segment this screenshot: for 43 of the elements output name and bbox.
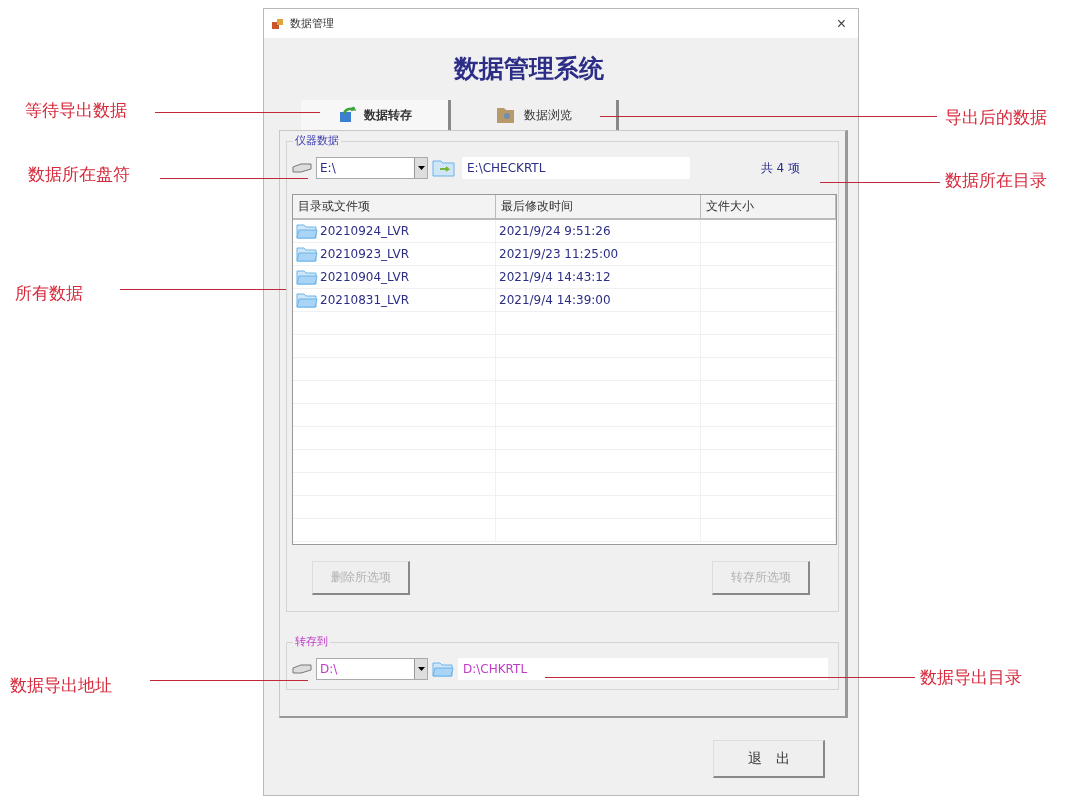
callout-label: 数据所在盘符	[28, 163, 130, 186]
callout-label: 数据导出目录	[920, 666, 1022, 689]
folder-icon	[296, 245, 318, 263]
file-name-cell[interactable]: 20210923_LVR	[293, 243, 496, 265]
drive-dropdown[interactable]: D:\	[316, 658, 428, 680]
export-icon	[337, 106, 356, 124]
column-header[interactable]: 文件大小	[701, 195, 836, 218]
table-cell: 2021/9/4 14:43:12	[496, 266, 701, 288]
callout-label: 数据所在目录	[945, 169, 1047, 192]
item-count: 共 4 项	[760, 159, 800, 177]
app-icon	[272, 17, 284, 30]
window-title: 数据管理	[290, 16, 335, 31]
open-folder-icon[interactable]	[432, 158, 458, 178]
group-legend: 转存到	[293, 634, 330, 649]
column-header[interactable]: 最后修改时间	[496, 195, 701, 218]
drive-icon	[292, 163, 312, 173]
folder-search-icon	[495, 106, 516, 124]
callout-label: 数据导出地址	[10, 674, 112, 697]
table-cell: 2021/9/4 14:39:00	[496, 289, 701, 311]
close-button[interactable]: ×	[832, 14, 850, 33]
callout-label: 所有数据	[15, 282, 83, 305]
exit-button[interactable]: 退 出	[713, 740, 825, 778]
folder-icon	[432, 660, 454, 678]
callout-label: 等待导出数据	[25, 99, 127, 122]
group-legend: 仪器数据	[293, 133, 341, 148]
folder-icon	[296, 268, 318, 286]
tab[interactable]: 数据转存	[301, 100, 451, 130]
drive-dropdown[interactable]: E:\	[316, 157, 428, 179]
caret-icon	[417, 166, 425, 170]
file-name-cell[interactable]: 20210924_LVR	[293, 220, 496, 242]
column-header[interactable]: 目录或文件项	[293, 195, 496, 218]
path-field[interactable]: D:\CHKRTL	[458, 658, 828, 680]
folder-icon	[296, 291, 318, 309]
folder-icon	[296, 222, 318, 240]
heading: 数据管理系统	[454, 54, 604, 83]
path-field[interactable]: E:\CHECKRTL	[462, 157, 690, 179]
drive-icon	[292, 664, 312, 674]
table-cell: 2021/9/23 11:25:00	[496, 243, 701, 265]
table-cell: 2021/9/24 9:51:26	[496, 220, 701, 242]
file-name-cell[interactable]: 20210904_LVR	[293, 266, 496, 288]
caret-icon	[417, 667, 425, 671]
callout-label: 导出后的数据	[945, 106, 1047, 129]
file-name-cell[interactable]: 20210831_LVR	[293, 289, 496, 311]
